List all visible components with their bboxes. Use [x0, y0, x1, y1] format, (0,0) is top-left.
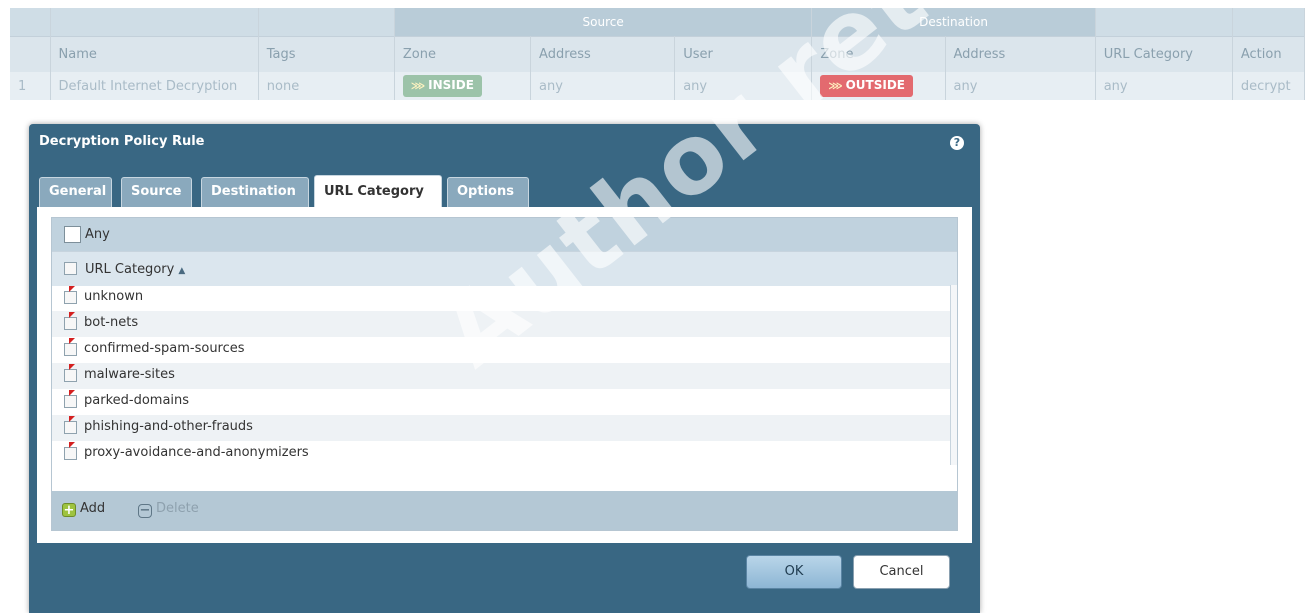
col-header-name[interactable]: Name	[50, 36, 259, 72]
rule-tags: none	[258, 72, 395, 100]
source-user: any	[674, 72, 813, 100]
category-label: proxy-avoidance-and-anonymizers	[84, 445, 309, 460]
url-category-panel: Any URL Category ▲ unknown bot-nets conf…	[51, 217, 958, 531]
list-item[interactable]: malware-sites	[52, 363, 957, 389]
changed-flag-icon	[69, 416, 75, 422]
rule-action: decrypt	[1232, 72, 1305, 100]
add-button[interactable]: + Add	[62, 501, 106, 518]
col-header-destination-address[interactable]: Address	[945, 36, 1096, 72]
source-zone-badge[interactable]: ⋙ INSIDE	[402, 75, 482, 97]
policy-table: Source Destination Name Tags Zone Addres…	[10, 8, 1305, 100]
tab-source[interactable]: Source	[121, 177, 192, 207]
destination-group-header: Destination	[811, 8, 1096, 37]
changed-flag-icon	[69, 364, 75, 370]
any-checkbox[interactable]	[64, 226, 81, 243]
tab-general[interactable]: General	[39, 177, 112, 207]
row-checkbox[interactable]	[64, 317, 77, 330]
row-index: 1	[10, 72, 51, 100]
category-label: bot-nets	[84, 315, 139, 330]
column-header-row: Name Tags Zone Address User Zone Address…	[10, 36, 1305, 72]
source-address: any	[530, 72, 676, 100]
list-item[interactable]: confirmed-spam-sources	[52, 337, 957, 363]
changed-flag-icon	[69, 286, 75, 292]
list-item[interactable]: proxy-avoidance-and-anonymizers	[52, 441, 957, 467]
table-row[interactable]: 1 Default Internet Decryption none ⋙ INSI…	[10, 72, 1305, 100]
list-item[interactable]: parked-domains	[52, 389, 957, 415]
row-checkbox[interactable]	[64, 447, 77, 460]
category-label: malware-sites	[84, 367, 175, 382]
column-header-label: URL Category	[85, 262, 175, 277]
ok-button[interactable]: OK	[746, 555, 842, 589]
col-header-action[interactable]: Action	[1232, 36, 1305, 72]
row-checkbox[interactable]	[64, 369, 77, 382]
minus-icon: −	[138, 503, 152, 518]
list-item[interactable]: unknown	[52, 285, 957, 311]
delete-button[interactable]: − Delete	[138, 501, 199, 518]
tab-url-category[interactable]: URL Category	[314, 175, 442, 209]
dialog-title: Decryption Policy Rule	[39, 134, 205, 149]
source-zone-label: INSIDE	[428, 78, 474, 92]
delete-label: Delete	[156, 501, 199, 516]
list-scrollbar[interactable]	[950, 285, 957, 465]
rule-name[interactable]: Default Internet Decryption	[50, 72, 259, 100]
col-header-source-address[interactable]: Address	[530, 36, 676, 72]
zone-icon: ⋙	[410, 81, 426, 92]
changed-flag-icon	[69, 312, 75, 318]
category-list: unknown bot-nets confirmed-spam-sources …	[52, 285, 957, 467]
category-label: unknown	[84, 289, 144, 304]
any-label: Any	[85, 227, 110, 242]
col-header-user[interactable]: User	[674, 36, 813, 72]
destination-zone-label: OUTSIDE	[845, 78, 905, 92]
destination-zone-badge[interactable]: ⋙ OUTSIDE	[820, 75, 913, 97]
category-label: parked-domains	[84, 393, 190, 408]
row-checkbox[interactable]	[64, 395, 77, 408]
list-footer: + Add − Delete	[52, 491, 957, 530]
changed-flag-icon	[69, 442, 75, 448]
tab-options[interactable]: Options	[447, 177, 529, 207]
category-label: phishing-and-other-frauds	[84, 419, 253, 434]
row-checkbox[interactable]	[64, 421, 77, 434]
add-label: Add	[80, 501, 106, 516]
category-label: confirmed-spam-sources	[84, 341, 245, 356]
col-header-tags[interactable]: Tags	[258, 36, 395, 72]
col-header-url-category[interactable]: URL Category	[1095, 36, 1233, 72]
row-checkbox[interactable]	[64, 343, 77, 356]
tab-destination[interactable]: Destination	[201, 177, 309, 207]
row-checkbox[interactable]	[64, 291, 77, 304]
group-header-row: Source Destination	[10, 8, 1305, 37]
cancel-button[interactable]: Cancel	[853, 555, 950, 589]
col-header-source-zone[interactable]: Zone	[394, 36, 532, 72]
url-category-column-header[interactable]: URL Category ▲	[52, 251, 957, 286]
destination-address: any	[945, 72, 1096, 100]
changed-flag-icon	[69, 338, 75, 344]
dialog-body: Any URL Category ▲ unknown bot-nets conf…	[37, 207, 972, 543]
select-all-checkbox[interactable]	[64, 262, 77, 275]
source-group-header: Source	[394, 8, 813, 37]
col-header-destination-zone[interactable]: Zone	[811, 36, 946, 72]
help-icon[interactable]: ?	[950, 136, 964, 150]
url-category-value: any	[1095, 72, 1233, 100]
sort-ascending-icon[interactable]: ▲	[178, 266, 185, 276]
zone-icon: ⋙	[828, 81, 843, 92]
list-item[interactable]: bot-nets	[52, 311, 957, 337]
plus-icon: +	[62, 503, 76, 518]
any-row: Any	[52, 218, 957, 251]
list-item[interactable]: phishing-and-other-frauds	[52, 415, 957, 441]
decryption-policy-rule-dialog: Decryption Policy Rule ? General Source …	[29, 124, 980, 613]
changed-flag-icon	[69, 390, 75, 396]
